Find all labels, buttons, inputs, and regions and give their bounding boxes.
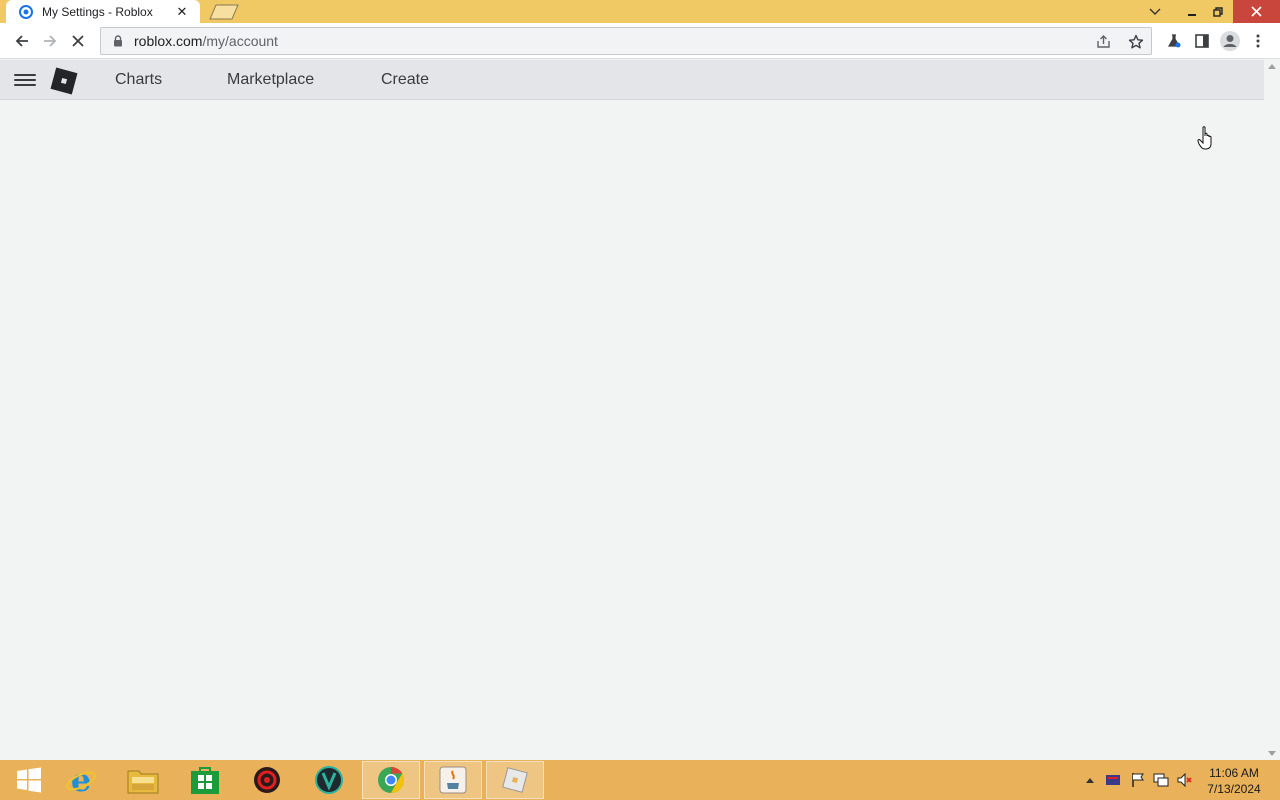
restore-icon	[1213, 6, 1223, 17]
extensions-button[interactable]	[1161, 28, 1187, 54]
window-close-button[interactable]	[1233, 0, 1280, 23]
tab-close-icon[interactable]: ✕	[172, 2, 192, 22]
taskbar-store[interactable]	[176, 761, 234, 799]
tray-app-icon[interactable]	[1105, 772, 1121, 788]
new-tab-button[interactable]	[208, 4, 240, 20]
stop-loading-button[interactable]	[65, 28, 91, 54]
stop-x-icon	[72, 35, 84, 47]
lab-flask-icon	[1167, 34, 1181, 48]
address-bar[interactable]: roblox.com/my/account	[100, 27, 1152, 55]
share-icon[interactable]	[1094, 32, 1114, 52]
volume-muted-icon[interactable]	[1177, 772, 1193, 788]
nav-link-charts[interactable]: Charts	[115, 71, 162, 89]
bookmark-star-icon[interactable]	[1126, 32, 1146, 52]
restore-button[interactable]	[1203, 0, 1233, 23]
scroll-down-arrow-icon[interactable]	[1268, 751, 1276, 756]
taskbar-red-app[interactable]	[238, 761, 296, 799]
file-explorer-icon	[127, 770, 159, 794]
kebab-menu-icon	[1256, 34, 1260, 48]
roblox-logo-icon[interactable]	[50, 67, 78, 95]
windows-taskbar: e 11:06 AM 7/13/2024	[0, 760, 1280, 800]
browser-tab-active[interactable]: My Settings - Roblox ✕	[6, 0, 200, 23]
system-clock[interactable]: 11:06 AM 7/13/2024	[1196, 765, 1272, 797]
clock-time: 11:06 AM	[1209, 766, 1259, 780]
side-panel-icon	[1195, 34, 1209, 48]
hand-pointer-cursor-icon	[1197, 126, 1212, 150]
forward-button[interactable]	[37, 28, 63, 54]
action-center-flag-icon[interactable]	[1130, 772, 1146, 788]
scroll-up-arrow-icon[interactable]	[1268, 64, 1276, 69]
hamburger-menu-icon[interactable]	[14, 71, 36, 89]
url-host: roblox.com	[134, 33, 203, 49]
roblox-header: Charts Marketplace Create	[0, 60, 1264, 100]
taskbar-teal-app[interactable]	[300, 761, 358, 799]
loading-favicon-icon	[19, 4, 33, 19]
profile-avatar-icon	[1220, 31, 1240, 51]
profile-button[interactable]	[1217, 28, 1243, 54]
roblox-icon	[502, 767, 528, 793]
browser-toolbar: roblox.com/my/account	[0, 23, 1280, 59]
vertical-scrollbar[interactable]	[1264, 60, 1280, 760]
network-icon[interactable]	[1153, 772, 1169, 788]
tab-search-button[interactable]	[1140, 0, 1170, 23]
svg-text:e: e	[71, 764, 91, 796]
taskbar-internet-explorer[interactable]: e	[52, 761, 110, 799]
back-button[interactable]	[9, 28, 35, 54]
taskbar-java[interactable]	[424, 761, 482, 799]
teal-app-icon	[315, 766, 343, 794]
nav-link-create[interactable]: Create	[381, 71, 429, 89]
minimize-icon	[1188, 13, 1196, 16]
chevron-down-icon	[1149, 8, 1161, 15]
start-icon	[17, 767, 41, 793]
page-content	[0, 100, 1264, 760]
taskbar-chrome[interactable]	[362, 761, 420, 799]
back-arrow-icon	[15, 35, 28, 47]
browser-titlebar: My Settings - Roblox ✕	[0, 0, 1280, 23]
forward-arrow-icon	[44, 35, 57, 47]
java-icon	[439, 766, 467, 794]
clock-date: 7/13/2024	[1207, 782, 1261, 796]
chrome-icon	[378, 766, 405, 794]
lock-icon	[111, 34, 125, 48]
start-button[interactable]	[0, 761, 58, 799]
browser-menu-button[interactable]	[1245, 28, 1271, 54]
side-panel-button[interactable]	[1189, 28, 1215, 54]
close-icon	[1251, 6, 1262, 17]
red-app-icon	[254, 767, 280, 793]
taskbar-roblox[interactable]	[486, 761, 544, 799]
tab-title: My Settings - Roblox	[42, 4, 153, 19]
internet-explorer-icon: e	[66, 764, 96, 796]
nav-link-marketplace[interactable]: Marketplace	[227, 71, 314, 89]
taskbar-file-explorer[interactable]	[114, 761, 172, 799]
url-path: /my/account	[202, 33, 278, 49]
store-icon	[191, 767, 219, 794]
tray-overflow-chevron-icon[interactable]	[1082, 772, 1098, 788]
